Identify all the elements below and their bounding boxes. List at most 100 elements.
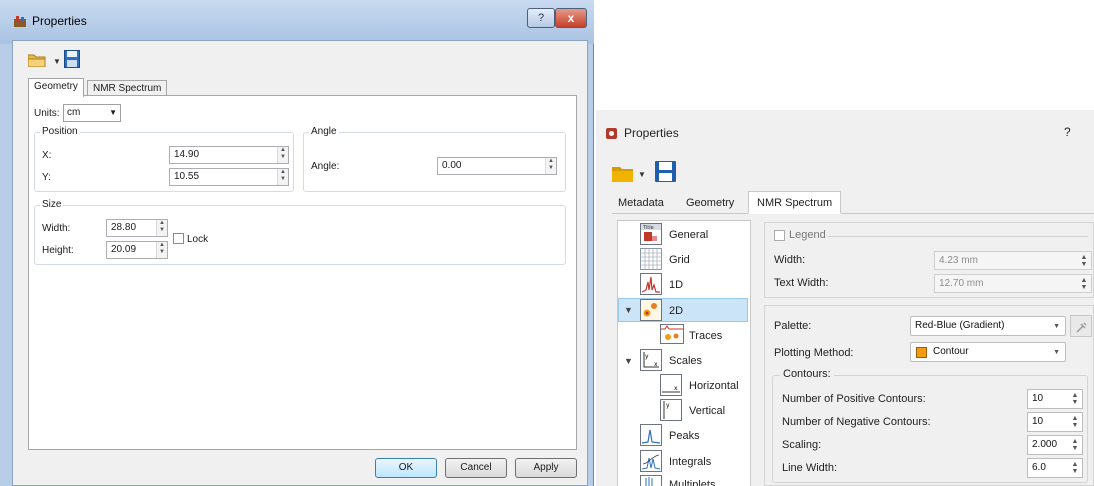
- negative-contours-spinbox[interactable]: 10 ▲ ▼: [1027, 412, 1083, 432]
- scaling-spinbox[interactable]: 2.000 ▲ ▼: [1027, 435, 1083, 455]
- app-icon: [14, 16, 26, 27]
- legend-text-width-field[interactable]: 12.70 mm ▲ ▼: [934, 274, 1092, 293]
- units-value: cm: [67, 107, 81, 118]
- positive-contours-value: 10: [1032, 393, 1044, 404]
- close-button[interactable]: x: [555, 8, 587, 28]
- x-value: 14.90: [174, 149, 200, 160]
- expand-chevron-icon[interactable]: ▼: [624, 305, 633, 315]
- open-dropdown-arrow-icon[interactable]: ▼: [638, 170, 646, 179]
- save-icon[interactable]: [64, 50, 80, 68]
- height-label: Height:: [42, 245, 74, 256]
- tab-nmr-spectrum[interactable]: NMR Spectrum: [748, 191, 842, 214]
- height-spinbox[interactable]: 20.09 ▲ ▼: [106, 241, 168, 259]
- tab-geometry[interactable]: Geometry: [28, 78, 84, 97]
- positive-contours-label: Number of Positive Contours:: [782, 393, 926, 405]
- plotting-method-combobox[interactable]: Contour ▼: [910, 342, 1066, 362]
- contours-group-title: Contours:: [780, 368, 834, 380]
- y-label: Y:: [42, 172, 51, 183]
- spin-arrows-icon[interactable]: ▲ ▼: [1071, 415, 1079, 429]
- angle-spinbox[interactable]: 0.00 ▲ ▼: [437, 157, 557, 175]
- svg-text:x: x: [674, 385, 678, 392]
- units-label: Units:: [34, 108, 60, 119]
- svg-text:y: y: [645, 353, 649, 360]
- width-spinbox[interactable]: 28.80 ▲ ▼: [106, 219, 168, 237]
- legend-text-width-value: 12.70 mm: [939, 278, 984, 289]
- apply-button[interactable]: Apply: [515, 458, 577, 478]
- tree-item-general[interactable]: General: [669, 229, 708, 241]
- save-icon[interactable]: [655, 161, 676, 182]
- svg-text:Title: Title: [642, 225, 654, 231]
- line-width-spinbox[interactable]: 6.0 ▲ ▼: [1027, 458, 1083, 478]
- tab-metadata[interactable]: Metadata: [612, 193, 670, 213]
- palette-edit-button[interactable]: [1070, 315, 1092, 337]
- units-combobox[interactable]: cm ▼: [63, 104, 121, 122]
- tree-item-vertical[interactable]: Vertical: [689, 405, 725, 417]
- tree-item-peaks[interactable]: Peaks: [669, 430, 700, 442]
- horizontal-scale-icon: x: [660, 374, 682, 396]
- positive-contours-spinbox[interactable]: 10 ▲ ▼: [1027, 389, 1083, 409]
- open-dropdown-arrow-icon[interactable]: ▼: [53, 57, 61, 66]
- tree-item-traces[interactable]: Traces: [689, 330, 722, 342]
- tree-item-integrals[interactable]: Integrals: [669, 456, 711, 468]
- spin-arrows-icon[interactable]: ▲ ▼: [1080, 277, 1088, 291]
- window-title: Properties: [32, 14, 87, 28]
- vertical-scale-icon: y: [660, 399, 682, 421]
- height-value: 20.09: [111, 244, 137, 255]
- svg-text:y: y: [666, 402, 670, 409]
- scales-icon: yx: [640, 349, 662, 371]
- help-button[interactable]: ?: [1064, 125, 1071, 139]
- negative-contours-value: 10: [1032, 416, 1044, 427]
- tree-item-horizontal[interactable]: Horizontal: [689, 380, 739, 392]
- x-label: X:: [42, 150, 52, 161]
- spin-arrows-icon[interactable]: ▲ ▼: [545, 158, 556, 174]
- tab-nmr-spectrum[interactable]: NMR Spectrum: [87, 80, 168, 96]
- open-folder-icon[interactable]: [612, 166, 634, 182]
- angle-group-title: Angle: [309, 126, 339, 137]
- legend-width-field[interactable]: 4.23 mm ▲ ▼: [934, 251, 1092, 270]
- tree-item-2d[interactable]: 2D: [669, 305, 683, 317]
- ok-button[interactable]: OK: [375, 458, 437, 478]
- spin-arrows-icon[interactable]: ▲ ▼: [277, 169, 288, 185]
- spin-arrows-icon[interactable]: ▲ ▼: [1071, 392, 1079, 406]
- y-spinbox[interactable]: 10.55 ▲ ▼: [169, 168, 289, 186]
- tab-geometry[interactable]: Geometry: [680, 193, 740, 213]
- y-value: 10.55: [174, 171, 200, 182]
- lock-label: Lock: [187, 234, 209, 245]
- legend-checkbox[interactable]: [774, 230, 785, 241]
- chevron-down-icon: ▼: [1053, 349, 1060, 356]
- lock-checkbox[interactable]: [173, 233, 184, 244]
- scaling-value: 2.000: [1032, 439, 1058, 450]
- spectrum-1d-icon: [640, 273, 662, 295]
- grid-icon: [640, 248, 662, 270]
- palette-value: Red-Blue (Gradient): [915, 320, 1005, 331]
- peaks-icon: [640, 424, 662, 446]
- width-label: Width:: [42, 223, 71, 234]
- tree-item-grid[interactable]: Grid: [669, 254, 690, 266]
- palette-combobox[interactable]: Red-Blue (Gradient) ▼: [910, 316, 1066, 336]
- title-icon: Title: [640, 223, 662, 245]
- tree-item-scales[interactable]: Scales: [669, 355, 702, 367]
- help-button[interactable]: ?: [527, 8, 555, 28]
- line-width-label: Line Width:: [782, 462, 838, 474]
- integrals-icon: [640, 450, 662, 472]
- negative-contours-label: Number of Negative Contours:: [782, 416, 931, 428]
- spectrum-2d-icon: [640, 299, 662, 321]
- open-folder-icon[interactable]: [28, 53, 46, 67]
- plotting-method-value: Contour: [933, 346, 969, 357]
- svg-text:x: x: [654, 361, 658, 368]
- spin-arrows-icon[interactable]: ▲ ▼: [277, 147, 288, 163]
- traces-icon: [660, 324, 684, 344]
- legend-text-width-label: Text Width:: [774, 277, 829, 289]
- plotting-method-label: Plotting Method:: [774, 347, 854, 359]
- spin-arrows-icon[interactable]: ▲ ▼: [1071, 461, 1079, 475]
- tree-item-1d[interactable]: 1D: [669, 279, 683, 291]
- x-spinbox[interactable]: 14.90 ▲ ▼: [169, 146, 289, 164]
- title-bar[interactable]: [0, 0, 594, 44]
- spin-arrows-icon[interactable]: ▲ ▼: [1071, 438, 1079, 452]
- tree-item-multiplets[interactable]: Multiplets: [669, 478, 715, 486]
- spin-arrows-icon[interactable]: ▲ ▼: [1080, 254, 1088, 268]
- cancel-button[interactable]: Cancel: [445, 458, 507, 478]
- spin-arrows-icon[interactable]: ▲ ▼: [156, 242, 167, 258]
- spin-arrows-icon[interactable]: ▲ ▼: [156, 220, 167, 236]
- expand-chevron-icon[interactable]: ▼: [624, 356, 633, 366]
